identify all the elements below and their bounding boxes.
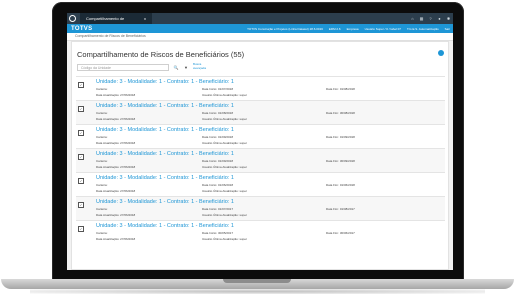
list-item[interactable]: ✓ Unidade: 3 - Modalidade: 1 - Contrato:… <box>76 124 445 148</box>
item-title-link[interactable]: Unidade: 3 - Modalidade: 1 - Contrato: 1… <box>96 223 234 229</box>
item-title-link[interactable]: Unidade: 3 - Modalidade: 1 - Contrato: 1… <box>96 103 234 109</box>
checkbox[interactable]: ✓ <box>78 226 84 232</box>
advanced-search-link[interactable]: Busca avançada <box>193 62 209 70</box>
checkbox[interactable]: ✓ <box>78 106 84 112</box>
item-updated: Data Atualização: 27/06/2018 <box>96 189 136 193</box>
page-title: Compartilhamento de Riscos de Beneficiár… <box>77 50 245 59</box>
search-button[interactable]: 🔍 <box>172 64 180 71</box>
item-user: Usuário Última Atualização: super <box>202 237 248 241</box>
item-user: Usuário Última Atualização: super <box>202 93 248 97</box>
checkbox[interactable]: ✓ <box>78 154 84 160</box>
item-start: Data Início: 01/07/2017 <box>202 207 234 211</box>
laptop-frame: Compartilhamento de x ⌂ ▦ ? ● ✱ TOTVS TO… <box>0 0 515 296</box>
laptop-shadow <box>30 289 485 294</box>
item-start: Data Início: 01/06/2018 <box>202 183 234 187</box>
item-updated: Data Atualização: 27/06/2018 <box>96 141 136 145</box>
item-end: Data Fim: 01/08/2018 <box>326 87 355 91</box>
brand-bar: TOTVS TOTVS Construção e Projetos (Linha… <box>67 24 453 33</box>
item-user: Usuário Última Atualização: super <box>202 117 248 121</box>
context-automation[interactable]: T.G.E.S. Automatização <box>407 27 439 31</box>
item-start: Data Início: 01/08/2018 <box>202 111 234 115</box>
item-card: Carteira: <box>96 231 108 235</box>
item-end: Data Fim: 30/09/2018 <box>326 159 355 163</box>
laptop-notch <box>223 279 291 283</box>
list-item[interactable]: ✓ Unidade: 3 - Modalidade: 1 - Contrato:… <box>76 100 445 124</box>
item-title-link[interactable]: Unidade: 3 - Modalidade: 1 - Contrato: 1… <box>96 175 234 181</box>
search-input[interactable]: Código da Unidade <box>77 64 169 71</box>
checkbox[interactable]: ✓ <box>78 178 84 184</box>
item-title-link[interactable]: Unidade: 3 - Modalidade: 1 - Contrato: 1… <box>96 127 234 133</box>
question-icon[interactable]: ? <box>426 16 435 21</box>
user-icon[interactable]: ● <box>435 16 444 21</box>
item-updated: Data Atualização: 27/06/2018 <box>96 165 136 169</box>
item-card: Carteira: <box>96 207 108 211</box>
item-card: Carteira: <box>96 159 108 163</box>
list-item[interactable]: ✓ Unidade: 3 - Modalidade: 1 - Contrato:… <box>76 196 445 220</box>
item-title-link[interactable]: Unidade: 3 - Modalidade: 1 - Contrato: 1… <box>96 79 234 85</box>
gear-icon[interactable]: ✱ <box>444 16 453 21</box>
checkbox[interactable]: ✓ <box>78 82 84 88</box>
context-product: TOTVS Construção e Projetos (Linha Datas… <box>247 26 323 31</box>
home-icon[interactable]: ⌂ <box>408 16 417 21</box>
item-start: Data Início: 01/09/2018 <box>202 135 234 139</box>
item-title-link[interactable]: Unidade: 3 - Modalidade: 1 - Contrato: 1… <box>96 199 234 205</box>
item-updated: Data Atualização: 27/06/2018 <box>96 93 136 97</box>
item-card: Carteira: <box>96 135 108 139</box>
item-updated: Data Atualização: 27/06/2018 <box>96 213 136 217</box>
item-title-link[interactable]: Unidade: 3 - Modalidade: 1 - Contrato: 1… <box>96 151 234 157</box>
item-user: Usuário Última Atualização: super <box>202 189 248 193</box>
totvs-logo-icon[interactable] <box>69 15 76 22</box>
beneficiary-list: ✓ Unidade: 3 - Modalidade: 1 - Contrato:… <box>76 76 445 244</box>
item-user: Usuário Última Atualização: super <box>202 165 248 169</box>
list-item[interactable]: ✓ Unidade: 3 - Modalidade: 1 - Contrato:… <box>76 148 445 172</box>
logout-link[interactable]: Sair <box>445 27 450 31</box>
settings-icon[interactable] <box>438 50 444 56</box>
app-tab[interactable]: Compartilhamento de x <box>80 13 152 24</box>
app-screen: Compartilhamento de x ⌂ ▦ ? ● ✱ TOTVS TO… <box>67 13 453 270</box>
item-updated: Data Atualização: 27/06/2018 <box>96 237 136 241</box>
context-company[interactable]: Empresa <box>347 27 359 31</box>
item-end: Data Fim: 01/06/2018 <box>326 183 355 187</box>
checkbox[interactable]: ✓ <box>78 202 84 208</box>
item-end: Data Fim: 30/08/2018 <box>326 111 355 115</box>
breadcrumb[interactable]: Compartilhamento de Riscos de Beneficiár… <box>67 33 453 41</box>
item-user: Usuário Última Atualização: super <box>202 141 248 145</box>
item-card: Carteira: <box>96 87 108 91</box>
item-start: Data Início: 01/07/2018 <box>202 87 234 91</box>
item-card: Carteira: <box>96 183 108 187</box>
context-erm[interactable]: ERM 2.6 <box>329 27 341 31</box>
item-start: Data Início: 30/05/2017 <box>202 231 234 235</box>
item-end: Data Fim: 01/08/2017 <box>326 207 355 211</box>
item-end: Data Fim: 30/06/2017 <box>326 231 355 235</box>
item-card: Carteira: <box>96 111 108 115</box>
context-user[interactable]: Usuário Super / 0 / label 07 <box>365 27 401 31</box>
grid-icon[interactable]: ▦ <box>417 16 426 21</box>
item-user: Usuário Última Atualização: super <box>202 213 248 217</box>
list-item[interactable]: ✓ Unidade: 3 - Modalidade: 1 - Contrato:… <box>76 172 445 196</box>
checkbox[interactable]: ✓ <box>78 130 84 136</box>
filter-button[interactable]: ▼ <box>182 64 190 71</box>
item-updated: Data Atualização: 27/06/2018 <box>96 117 136 121</box>
list-item[interactable]: ✓ Unidade: 3 - Modalidade: 1 - Contrato:… <box>76 76 445 100</box>
top-bar: Compartilhamento de x ⌂ ▦ ? ● ✱ <box>67 13 453 24</box>
item-end: Data Fim: 01/09/2018 <box>326 135 355 139</box>
brand-name: TOTVS <box>71 25 93 32</box>
main-panel: Compartilhamento de Riscos de Beneficiár… <box>71 41 449 270</box>
item-start: Data Início: 01/09/2018 <box>202 159 234 163</box>
list-item[interactable]: ✓ Unidade: 3 - Modalidade: 1 - Contrato:… <box>76 220 445 244</box>
close-icon[interactable]: x <box>144 13 146 24</box>
app-tab-label: Compartilhamento de <box>86 16 125 21</box>
